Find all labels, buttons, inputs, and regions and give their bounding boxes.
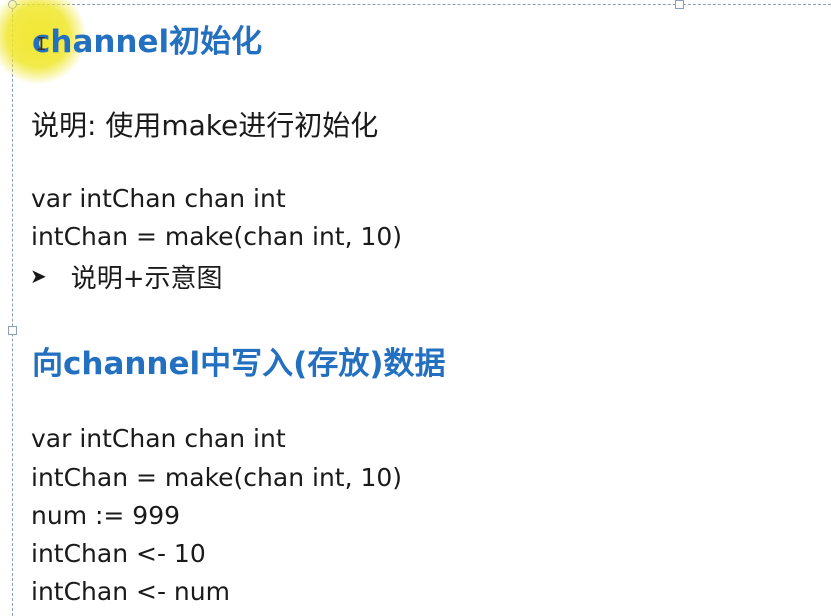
code-line: intChan <- 10 bbox=[31, 539, 206, 568]
code-line: var intChan chan int bbox=[31, 184, 286, 213]
description-text: 说明: 使用make进行初始化 bbox=[31, 109, 379, 142]
code-line: intChan = make(chan int, 10) bbox=[31, 222, 403, 251]
section-heading-channel-write: 向channel中写入(存放)数据 bbox=[32, 346, 446, 382]
code-line: var intChan chan int bbox=[31, 424, 286, 453]
arrowhead-bullet-icon: ➤ bbox=[30, 264, 47, 288]
section-heading-channel-init: channel初始化 bbox=[32, 24, 263, 60]
resize-handle-left-middle[interactable] bbox=[8, 326, 17, 335]
code-line: num := 999 bbox=[31, 501, 181, 530]
code-line: intChan <- num bbox=[31, 577, 230, 606]
bullet-item: ➤ 说明+示意图 bbox=[30, 259, 223, 294]
bullet-text: 说明+示意图 bbox=[70, 263, 223, 294]
text-box-frame-left bbox=[12, 4, 13, 616]
text-box-frame-top bbox=[12, 4, 831, 5]
code-line: intChan = make(chan int, 10) bbox=[31, 463, 403, 492]
resize-handle-top-right[interactable] bbox=[675, 0, 684, 9]
text-cursor-icon: I bbox=[36, 34, 47, 55]
